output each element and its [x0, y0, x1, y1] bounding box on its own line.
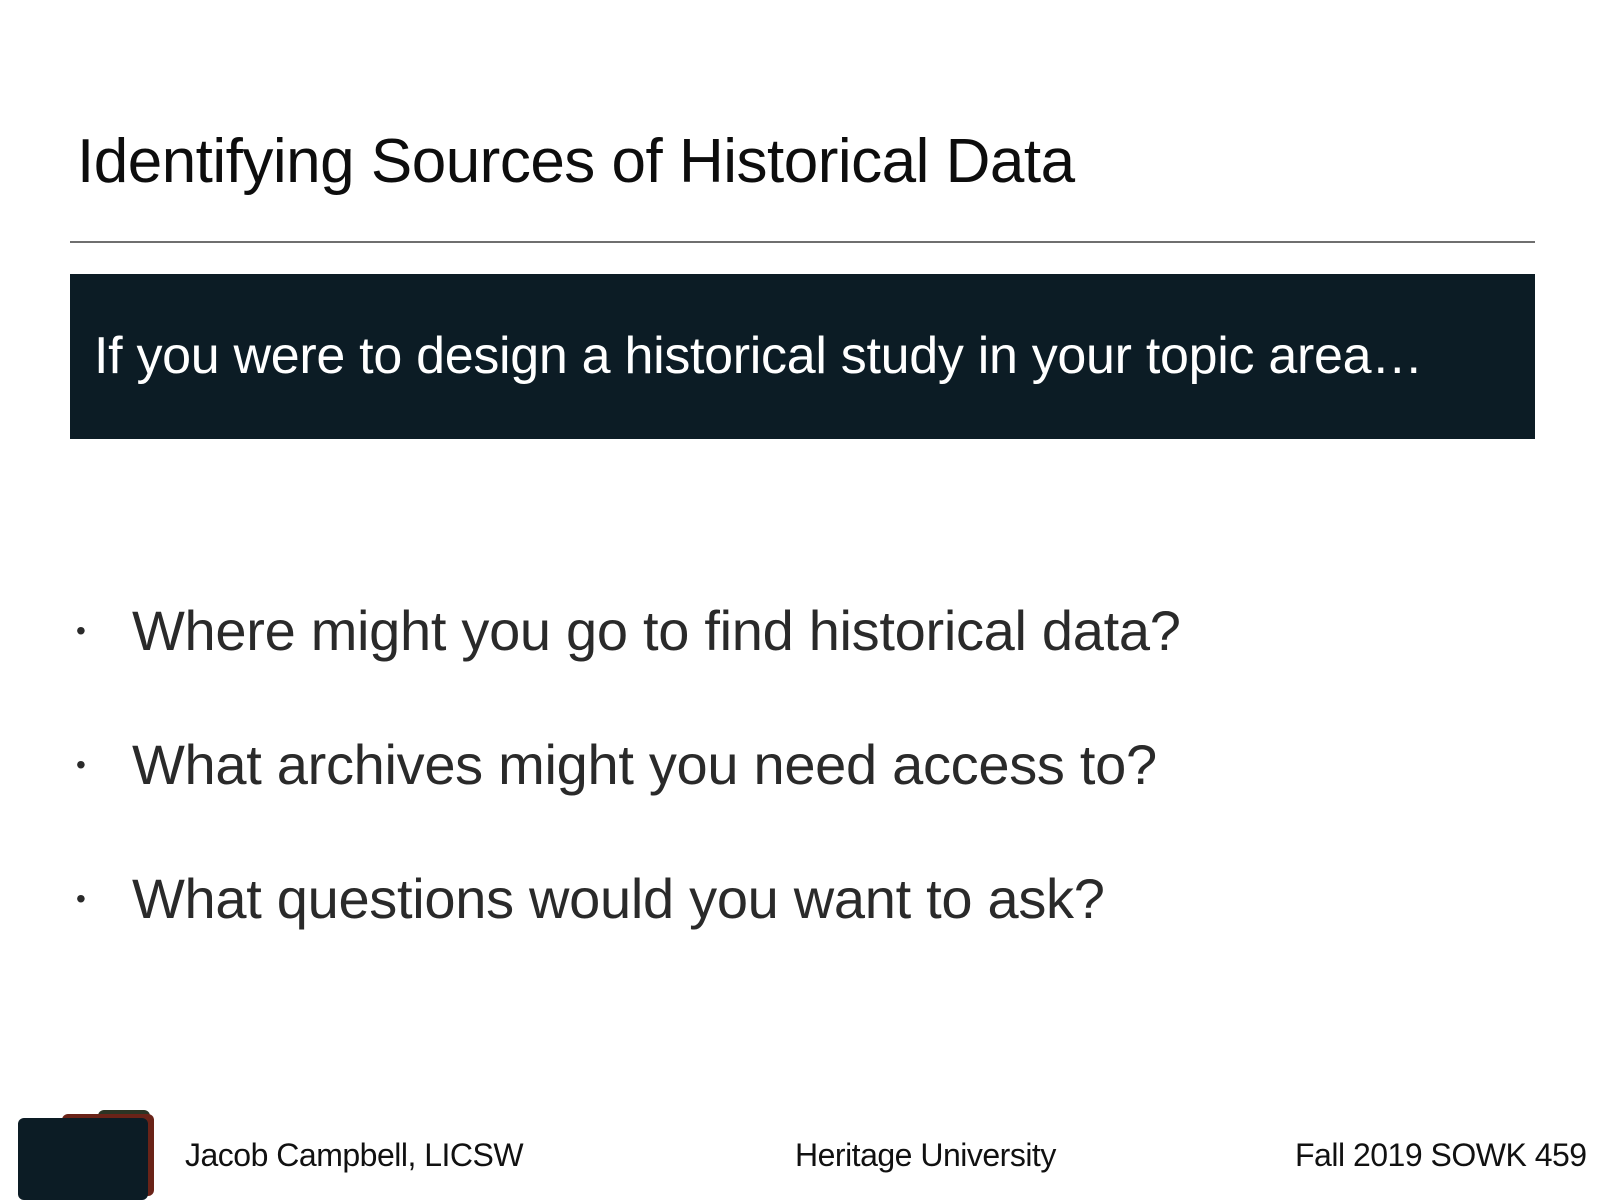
bullet-text: What archives might you need access to?	[132, 733, 1157, 796]
bullet-text: What questions would you want to ask?	[132, 867, 1105, 930]
bullet-icon: •	[76, 749, 86, 780]
bullet-item: • Where might you go to find historical …	[76, 600, 1181, 734]
footer-course: Fall 2019 SOWK 459	[1295, 1137, 1587, 1173]
slide: Identifying Sources of Historical Data I…	[0, 0, 1600, 1200]
bullet-text: Where might you go to find historical da…	[132, 599, 1181, 662]
title-divider	[70, 241, 1535, 243]
prompt-banner: If you were to design a historical study…	[70, 274, 1535, 439]
bullet-list: • Where might you go to find historical …	[76, 600, 1181, 1002]
banner-text: If you were to design a historical study…	[94, 327, 1423, 385]
bullet-icon: •	[76, 615, 86, 646]
bullet-item: • What archives might you need access to…	[76, 734, 1181, 868]
footer-author: Jacob Campbell, LICSW	[185, 1137, 524, 1173]
slide-title: Identifying Sources of Historical Data	[77, 127, 1075, 196]
bullet-icon: •	[76, 883, 86, 914]
footer-institution: Heritage University	[795, 1137, 1056, 1173]
stacked-folders-logo-icon	[18, 1110, 154, 1200]
bullet-item: • What questions would you want to ask?	[76, 868, 1181, 1002]
